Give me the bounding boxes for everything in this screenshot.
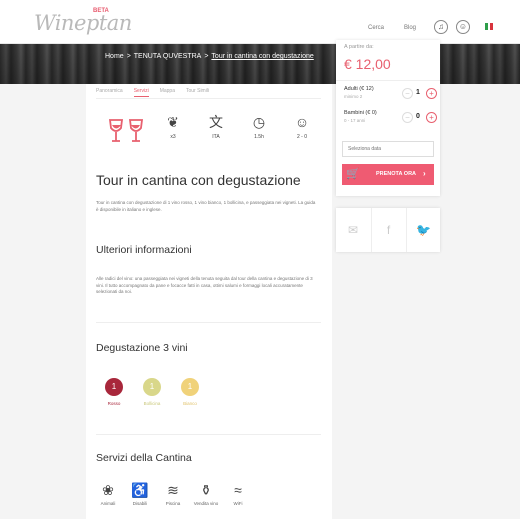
main-content: Panoramica Servizi Mappa Tour Simili ❦ x… bbox=[86, 84, 332, 519]
share-card: ✉ f 🐦 bbox=[336, 208, 440, 252]
wine-count-badge: 1 bbox=[105, 378, 123, 396]
chevron-right-icon: › bbox=[423, 169, 426, 178]
shop-icon: ⚱ bbox=[200, 482, 212, 498]
translate-icon: 文 bbox=[209, 114, 223, 130]
service-label: WiFi bbox=[233, 501, 243, 506]
tab-panoramica[interactable]: Panoramica bbox=[96, 88, 123, 97]
feature-grapes-label: x3 bbox=[170, 134, 176, 140]
servizi-heading: Servizi della Cantina bbox=[96, 452, 192, 464]
degustazione-heading: Degustazione 3 vini bbox=[96, 342, 188, 354]
top-navbar: Wineptan BETA Cerca Blog ♫ ☺ bbox=[0, 0, 520, 44]
children-increment-button[interactable]: + bbox=[426, 112, 437, 123]
paw-icon: ❀ bbox=[102, 482, 114, 498]
adults-count: 1 bbox=[416, 89, 420, 96]
nav-cerca[interactable]: Cerca bbox=[368, 25, 384, 31]
service-label: Piscina bbox=[165, 501, 181, 506]
feature-duration: ◷ 1.5h bbox=[244, 114, 274, 140]
people-icon: ☺ bbox=[294, 114, 310, 130]
breadcrumb-home[interactable]: Home bbox=[105, 53, 124, 60]
section-divider bbox=[96, 322, 321, 323]
nav-blog[interactable]: Blog bbox=[404, 25, 416, 31]
hero-overlay bbox=[0, 44, 520, 84]
booking-card: A partire da: € 12,00 Adulti (€ 12) mini… bbox=[336, 40, 440, 196]
feature-language: 文 ITA bbox=[201, 114, 231, 140]
booking-divider bbox=[336, 80, 440, 81]
more-info-heading: Ulteriori informazioni bbox=[96, 244, 192, 256]
hero-banner bbox=[0, 44, 520, 84]
breadcrumb: Home > TENUTA QUVESTRA > Tour in cantina con… bbox=[105, 53, 314, 60]
wine-bollicina: 1 Bollicina bbox=[132, 378, 172, 406]
children-sublabel: 0 - 17 anni bbox=[344, 118, 366, 123]
cart-icon: 🛒 bbox=[346, 168, 360, 180]
wheelchair-icon: ♿ bbox=[131, 482, 149, 498]
wine-count-badge: 1 bbox=[181, 378, 199, 396]
adults-decrement-button[interactable]: − bbox=[402, 88, 413, 99]
wine-count-badge: 1 bbox=[143, 378, 161, 396]
page-title: Tour in cantina con degustazione bbox=[96, 172, 301, 188]
service-animali: ❀ Animali bbox=[94, 482, 122, 507]
wine-glasses-icon bbox=[108, 119, 144, 142]
children-row: Bambini (€ 0) 0 - 17 anni − 0 + bbox=[344, 110, 437, 130]
logo[interactable]: Wineptan bbox=[34, 11, 132, 35]
grape-icon: ❦ bbox=[167, 114, 179, 130]
bell-icon[interactable]: ♫ bbox=[434, 20, 448, 34]
service-piscina: ≋ Piscina bbox=[159, 482, 187, 507]
breadcrumb-separator: > bbox=[126, 53, 131, 60]
breadcrumb-separator: > bbox=[204, 53, 209, 60]
page: Wineptan BETA Cerca Blog ♫ ☺ Home > TENUTA… bbox=[0, 0, 520, 519]
clock-icon: ◷ bbox=[252, 114, 266, 130]
tab-bar: Panoramica Servizi Mappa Tour Simili bbox=[96, 88, 209, 97]
wine-label: Bianco bbox=[183, 401, 197, 406]
service-wifi: ≈ WiFi bbox=[224, 482, 252, 507]
feature-grapes: ❦ x3 bbox=[158, 114, 188, 140]
children-decrement-button[interactable]: − bbox=[402, 112, 413, 123]
feature-language-label: ITA bbox=[212, 134, 220, 140]
service-label: Animali bbox=[100, 501, 116, 506]
mail-icon[interactable]: ✉ bbox=[336, 208, 370, 252]
price-value: € 12,00 bbox=[344, 56, 391, 72]
feature-people-label: 2 - 0 bbox=[296, 134, 307, 140]
feature-duration-label: 1.5h bbox=[254, 134, 264, 140]
price-from-label: A partire da: bbox=[344, 44, 374, 50]
service-label: Disabili bbox=[132, 501, 148, 506]
wine-label: Rosso bbox=[107, 401, 121, 406]
breadcrumb-winery[interactable]: TENUTA QUVESTRA bbox=[134, 53, 202, 60]
adults-sublabel: minimo 2 bbox=[344, 94, 363, 99]
beta-badge: BETA bbox=[93, 8, 109, 14]
wine-rosso: 1 Rosso bbox=[94, 378, 134, 406]
adults-label: Adulti (€ 12) bbox=[344, 86, 374, 92]
tab-servizi[interactable]: Servizi bbox=[133, 88, 149, 97]
section-divider bbox=[96, 434, 321, 435]
children-count: 0 bbox=[416, 113, 420, 120]
wifi-icon: ≈ bbox=[234, 482, 242, 498]
intro-text: Tour in cantina con degustazione di 1 vi… bbox=[96, 200, 316, 212]
tab-mappa[interactable]: Mappa bbox=[160, 88, 175, 97]
tab-tour-simili[interactable]: Tour Simili bbox=[186, 88, 209, 97]
pool-icon: ≋ bbox=[167, 482, 179, 498]
user-icon[interactable]: ☺ bbox=[456, 20, 470, 34]
breadcrumb-current[interactable]: Tour in cantina con degustazione bbox=[211, 53, 313, 60]
wine-label: Bollicina bbox=[143, 401, 161, 406]
service-vendita: ⚱ Vendita vino bbox=[192, 482, 220, 507]
date-picker-input[interactable] bbox=[342, 141, 434, 157]
children-label: Bambini (€ 0) bbox=[344, 110, 377, 116]
book-now-label: PRENOTA ORA bbox=[376, 171, 417, 177]
tab-divider bbox=[96, 98, 321, 99]
feature-icons: ❦ x3 文 ITA ◷ 1.5h ☺ 2 - 0 bbox=[86, 114, 332, 154]
wine-bianco: 1 Bianco bbox=[170, 378, 210, 406]
twitter-icon[interactable]: 🐦 bbox=[406, 208, 440, 252]
adults-row: Adulti (€ 12) minimo 2 − 1 + bbox=[344, 86, 437, 106]
book-now-button[interactable]: 🛒 PRENOTA ORA › bbox=[342, 164, 434, 185]
facebook-icon[interactable]: f bbox=[371, 208, 405, 252]
feature-people: ☺ 2 - 0 bbox=[287, 114, 317, 140]
service-disabili: ♿ Disabili bbox=[126, 482, 154, 507]
service-label: Vendita vino bbox=[193, 501, 219, 506]
italian-flag-icon[interactable] bbox=[485, 23, 494, 30]
more-info-text: Alle radici del vino: una passeggiata ne… bbox=[96, 276, 313, 294]
adults-increment-button[interactable]: + bbox=[426, 88, 437, 99]
